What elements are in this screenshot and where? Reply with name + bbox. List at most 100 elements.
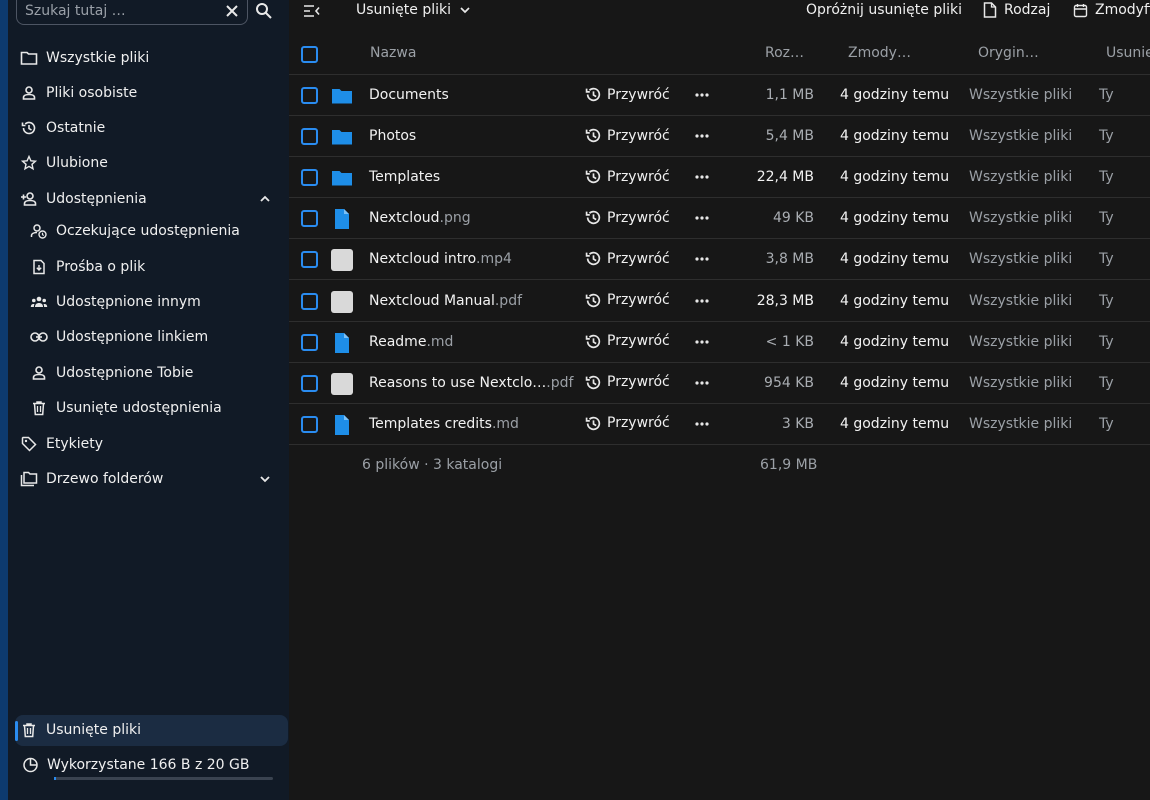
file-name[interactable]: Templates credits.md bbox=[369, 416, 519, 432]
file-name[interactable]: Photos bbox=[369, 128, 416, 144]
restore-button[interactable]: Przywróć bbox=[585, 86, 670, 103]
row-checkbox[interactable] bbox=[301, 333, 318, 351]
table-row[interactable]: Photos Przywróć 5,4 MB 4 godziny temu Wszyst… bbox=[289, 116, 1150, 158]
file-name[interactable]: Reasons to use Nextclo….pdf bbox=[369, 375, 573, 391]
more-actions-icon[interactable] bbox=[694, 293, 710, 309]
history-icon bbox=[585, 252, 601, 266]
file-extension: .pdf bbox=[494, 292, 523, 309]
restore-button[interactable]: Przywróć bbox=[585, 168, 670, 185]
file-deleted-by: Ty bbox=[1099, 128, 1114, 145]
row-checkbox[interactable] bbox=[301, 128, 318, 146]
restore-button[interactable]: Przywróć bbox=[585, 250, 670, 267]
file-name[interactable]: Nextcloud.png bbox=[369, 210, 471, 226]
table-row[interactable]: Nextcloud Manual.pdf Przywróć 28,3 MB 4 god… bbox=[289, 281, 1150, 322]
sidebar-item-shared-with-you[interactable]: Udostępnione Tobie bbox=[30, 358, 193, 388]
file-original-location: Wszystkie pliki bbox=[969, 333, 1073, 350]
sidebar-item-trash[interactable]: Usunięte pliki bbox=[20, 715, 141, 745]
trash-icon bbox=[20, 721, 38, 739]
storage-quota[interactable]: Wykorzystane 166 B z 20 GB bbox=[22, 756, 250, 774]
file-deleted-by: Ty bbox=[1099, 292, 1114, 309]
sidebar-item-recent[interactable]: Ostatnie bbox=[20, 113, 105, 143]
table-row[interactable]: Templates credits.md Przywróć 3 KB 4 godzin… bbox=[289, 404, 1150, 445]
user-icon bbox=[30, 364, 48, 382]
column-name[interactable]: Nazwa bbox=[370, 45, 416, 61]
table-row[interactable]: Reasons to use Nextclo….pdf Przywróć 954 K… bbox=[289, 363, 1150, 404]
sidebar-item-shared-with-others[interactable]: Udostępnione innym bbox=[30, 287, 201, 317]
share-user-icon bbox=[20, 190, 38, 208]
sidebar-item-personal-files[interactable]: Pliki osobiste bbox=[20, 78, 137, 108]
chevron-up-icon[interactable] bbox=[258, 192, 272, 206]
trash-icon bbox=[30, 399, 48, 417]
sidebar-item-pending-shares[interactable]: Oczekujące udostępnienia bbox=[30, 216, 240, 246]
modified-filter-button[interactable]: Zmodyfi bbox=[1073, 2, 1150, 18]
sidebar-item-shared-by-link[interactable]: Udostępnione linkiem bbox=[30, 322, 208, 352]
more-actions-icon[interactable] bbox=[694, 251, 710, 267]
file-basename: Nextcloud Manual bbox=[369, 292, 495, 309]
sidebar-item-deleted-shares[interactable]: Usunięte udostępnienia bbox=[30, 393, 222, 423]
file-basename: Nextcloud bbox=[369, 210, 440, 227]
select-all-checkbox[interactable] bbox=[301, 46, 318, 63]
search-icon[interactable] bbox=[254, 1, 274, 21]
menu-collapse-icon[interactable] bbox=[303, 3, 321, 19]
sidebar-item-tags[interactable]: Etykiety bbox=[20, 429, 103, 459]
file-name[interactable]: Documents bbox=[369, 87, 449, 103]
row-checkbox[interactable] bbox=[301, 87, 318, 104]
more-actions-icon[interactable] bbox=[694, 128, 710, 144]
table-row[interactable]: Nextcloud intro.mp4 Przywróć 3,8 MB 4 godzi… bbox=[289, 239, 1150, 281]
type-filter-button[interactable]: Rodzaj bbox=[983, 2, 1050, 18]
restore-button[interactable]: Przywróć bbox=[585, 127, 670, 144]
sidebar-item-shares[interactable]: Udostępnienia bbox=[20, 184, 147, 214]
table-row[interactable]: Nextcloud.png Przywróć 49 KB 4 godziny temu… bbox=[289, 198, 1150, 240]
view-title-dropdown[interactable]: Usunięte pliki bbox=[356, 2, 471, 18]
chevron-down-icon[interactable] bbox=[258, 472, 272, 486]
restore-button[interactable]: Przywróć bbox=[585, 333, 670, 350]
file-size: 22,4 MB bbox=[756, 169, 814, 186]
table-header: Nazwa Roz… Zmody… Orygin… Usunię bbox=[289, 34, 1150, 75]
file-name[interactable]: Readme.md bbox=[369, 334, 453, 350]
more-actions-icon[interactable] bbox=[694, 375, 710, 391]
sidebar-item-label: Usunięte udostępnienia bbox=[56, 400, 222, 416]
table-row[interactable]: Readme.md Przywróć < 1 KB 4 godziny temu Wsz… bbox=[289, 322, 1150, 363]
file-deleted-by: Ty bbox=[1099, 415, 1114, 432]
restore-button[interactable]: Przywróć bbox=[585, 292, 670, 309]
file-name[interactable]: Templates bbox=[369, 169, 440, 185]
sidebar-item-file-request[interactable]: Prośba o plik bbox=[30, 252, 145, 282]
restore-button[interactable]: Przywróć bbox=[585, 374, 670, 391]
more-actions-icon[interactable] bbox=[694, 210, 710, 226]
more-actions-icon[interactable] bbox=[694, 169, 710, 185]
restore-label: Przywróć bbox=[607, 127, 670, 144]
row-checkbox[interactable] bbox=[301, 415, 318, 433]
sidebar-item-favorites[interactable]: Ulubione bbox=[20, 148, 108, 178]
file-modified: 4 godziny temu bbox=[840, 374, 950, 391]
more-actions-icon[interactable] bbox=[694, 334, 710, 350]
restore-button[interactable]: Przywróć bbox=[585, 415, 670, 432]
more-actions-icon[interactable] bbox=[694, 416, 710, 432]
column-size[interactable]: Roz… bbox=[765, 45, 804, 61]
table-row[interactable]: Templates Przywróć 22,4 MB 4 godziny temu Ws… bbox=[289, 157, 1150, 199]
sidebar-item-label: Udostępnione linkiem bbox=[56, 329, 209, 345]
restore-button[interactable]: Przywróć bbox=[585, 209, 670, 226]
star-icon bbox=[20, 154, 38, 172]
history-icon bbox=[585, 211, 601, 225]
row-checkbox[interactable] bbox=[301, 292, 318, 310]
main-content: Usunięte pliki Opróżnij usunięte pliki R… bbox=[289, 0, 1150, 800]
column-deleted-by[interactable]: Usunię bbox=[1106, 45, 1150, 61]
search-input[interactable] bbox=[25, 0, 215, 22]
quota-progress-fill bbox=[54, 777, 57, 780]
row-checkbox[interactable] bbox=[301, 374, 318, 392]
column-original-location[interactable]: Orygin… bbox=[978, 45, 1039, 61]
file-modified: 4 godziny temu bbox=[840, 415, 950, 432]
sidebar-item-all-files[interactable]: Wszystkie pliki bbox=[20, 43, 149, 73]
more-actions-icon[interactable] bbox=[694, 87, 710, 103]
file-name[interactable]: Nextcloud Manual.pdf bbox=[369, 293, 522, 309]
column-modified[interactable]: Zmody… bbox=[848, 45, 911, 61]
row-checkbox[interactable] bbox=[301, 169, 318, 187]
file-name[interactable]: Nextcloud intro.mp4 bbox=[369, 251, 512, 267]
row-checkbox[interactable] bbox=[301, 251, 318, 269]
sidebar-item-folder-tree[interactable]: Drzewo folderów bbox=[20, 464, 163, 494]
empty-trash-button[interactable]: Opróżnij usunięte pliki bbox=[806, 2, 962, 18]
row-checkbox[interactable] bbox=[301, 210, 318, 228]
file-deleted-by: Ty bbox=[1099, 210, 1114, 227]
close-icon[interactable] bbox=[223, 2, 241, 20]
table-row[interactable]: Documents Przywróć 1,1 MB 4 godziny temu Wsz… bbox=[289, 75, 1150, 116]
